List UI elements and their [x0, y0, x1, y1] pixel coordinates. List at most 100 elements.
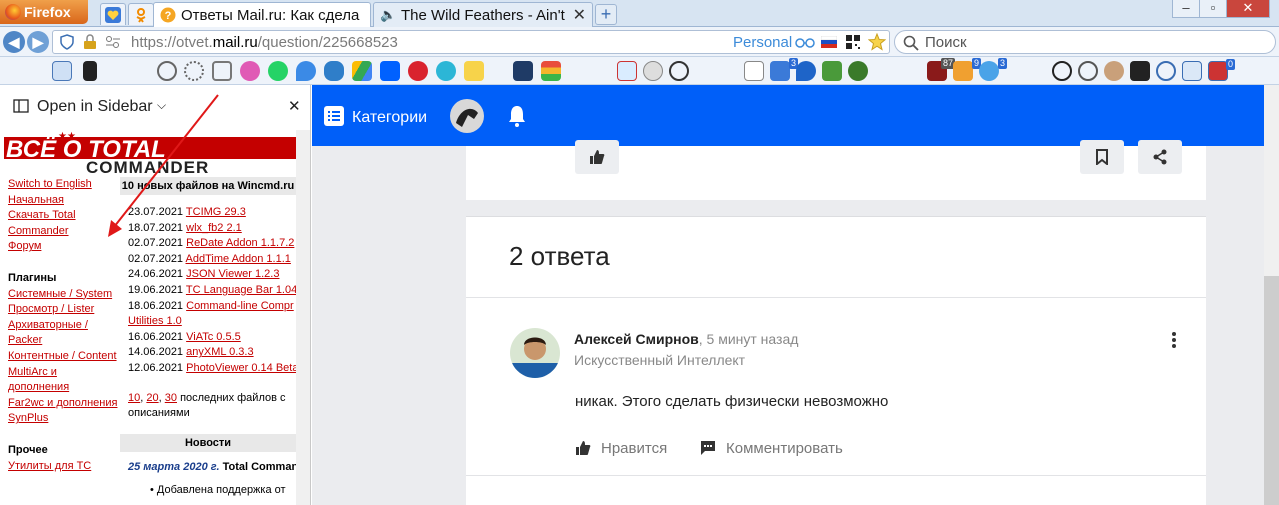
- bookmark-button[interactable]: [1080, 140, 1124, 174]
- file-link[interactable]: Command-line Compr: [186, 300, 294, 312]
- bell-icon[interactable]: [507, 104, 527, 128]
- file-link[interactable]: AddTime Addon 1.1.1: [186, 253, 291, 265]
- plugin-link-lister[interactable]: Просмотр / Lister: [8, 302, 118, 318]
- pinned-tab-mailru[interactable]: [100, 3, 126, 25]
- plugin-link-packer[interactable]: Архиваторные / Packer: [8, 318, 118, 349]
- bookmark-star-icon[interactable]: [868, 33, 886, 51]
- container-label[interactable]: Personal: [733, 34, 792, 51]
- otvet-header: Категории: [312, 85, 1264, 146]
- maximize-button[interactable]: ▫: [1199, 0, 1227, 18]
- like-question-button[interactable]: [575, 140, 619, 174]
- close-tab-counter-icon[interactable]: 0: [1208, 59, 1235, 81]
- answers-count-heading: 2 ответа: [509, 241, 610, 271]
- plugin-link-system[interactable]: Системные / System: [8, 287, 118, 303]
- last-20-link[interactable]: 20: [146, 392, 158, 404]
- avatar[interactable]: [450, 99, 484, 133]
- stack-icon[interactable]: [541, 61, 561, 81]
- plugin-link-multiarc[interactable]: MultiArc и дополнения: [8, 365, 118, 396]
- cloud-sync-icon[interactable]: [436, 61, 456, 81]
- tab-wild-feathers[interactable]: 🔈 The Wild Feathers - Ain't ✕: [373, 2, 593, 27]
- svg-text:?: ?: [165, 10, 172, 22]
- cloud-icon[interactable]: [324, 61, 344, 81]
- file-link[interactable]: Utilities 1.0: [128, 315, 182, 327]
- share-button[interactable]: [1138, 140, 1182, 174]
- author-name[interactable]: Алексей Смирнов: [574, 331, 699, 347]
- screenshot-icon[interactable]: [1052, 61, 1072, 81]
- monkey-icon[interactable]: [1104, 61, 1124, 81]
- permissions-icon[interactable]: [105, 35, 121, 49]
- water-drop-icon[interactable]: [796, 61, 816, 81]
- file-link[interactable]: TC Language Bar 1.04: [186, 284, 296, 296]
- close-sidebar-icon[interactable]: ✕: [288, 97, 301, 115]
- ublock-icon[interactable]: 87: [927, 58, 955, 81]
- file-link[interactable]: ViATc 0.5.5: [186, 331, 241, 343]
- drop-icon[interactable]: [296, 61, 316, 81]
- earth-icon[interactable]: [848, 61, 868, 81]
- forward-button[interactable]: ▶: [27, 31, 49, 53]
- clipboard-icon[interactable]: [617, 61, 637, 81]
- comment-button[interactable]: Комментировать: [700, 438, 843, 458]
- chevron-down-icon[interactable]: [1156, 61, 1176, 81]
- firefox-menu-button[interactable]: Firefox: [0, 0, 88, 24]
- last-files-line: 10, 20, 30 последних файлов с описаниями: [128, 391, 286, 420]
- last-30-link[interactable]: 30: [165, 392, 177, 404]
- page-scrollbar-thumb[interactable]: [1264, 276, 1279, 505]
- lock-icon[interactable]: [83, 34, 97, 50]
- notes-icon[interactable]: [464, 61, 484, 81]
- gmail-icon[interactable]: [744, 61, 764, 81]
- puzzle-icon[interactable]: [212, 61, 232, 81]
- sidebar-toggle-icon[interactable]: [52, 61, 72, 81]
- dark-mode-icon[interactable]: [83, 61, 97, 81]
- shield-icon[interactable]: [59, 34, 75, 50]
- search-bar[interactable]: Поиск: [894, 30, 1276, 54]
- url-bar[interactable]: https://otvet.mail.ru/question/225668523…: [52, 30, 890, 54]
- apps-grid-icon[interactable]: [1130, 61, 1150, 81]
- russia-flag-icon[interactable]: [821, 36, 837, 48]
- sidebar-scrollbar[interactable]: [296, 130, 310, 505]
- last-10-link[interactable]: 10: [128, 392, 140, 404]
- search-placeholder: Поиск: [925, 34, 967, 51]
- clock-icon[interactable]: [643, 61, 663, 81]
- download-icon[interactable]: [822, 61, 842, 81]
- tab-title: Ответы Mail.ru: Как сдела: [181, 6, 360, 24]
- whatsapp-icon[interactable]: [268, 61, 288, 81]
- author-avatar[interactable]: [510, 327, 560, 380]
- mail-counter-icon[interactable]: 3: [770, 58, 798, 81]
- list-icon[interactable]: [324, 106, 344, 126]
- plugin-link-content[interactable]: Контентные / Content: [8, 349, 118, 365]
- qr-code-icon[interactable]: [845, 34, 861, 50]
- dropbox-icon[interactable]: [380, 61, 400, 81]
- pinned-tab-ok[interactable]: [128, 3, 154, 25]
- like-answer-button[interactable]: Нравится: [575, 438, 667, 458]
- color-picker-icon[interactable]: [240, 61, 260, 81]
- tab-otvet-mailru[interactable]: ? Ответы Mail.ru: Как сдела: [153, 2, 371, 27]
- close-window-button[interactable]: ✕: [1226, 0, 1270, 18]
- other-link-utilities[interactable]: Утилиты для TC: [8, 459, 118, 475]
- more-options-icon[interactable]: [1166, 331, 1182, 349]
- new-tab-button[interactable]: +: [595, 4, 617, 25]
- gear-icon[interactable]: [184, 61, 204, 81]
- plugin-link-synplus[interactable]: SynPlus: [8, 411, 118, 427]
- file-link[interactable]: JSON Viewer 1.2.3: [186, 268, 279, 280]
- reader-icon[interactable]: [513, 61, 533, 81]
- google-drive-icon[interactable]: [352, 61, 372, 81]
- reload-icon[interactable]: [669, 61, 689, 81]
- minimize-button[interactable]: –: [1172, 0, 1200, 18]
- link-icon[interactable]: [1078, 61, 1098, 81]
- close-tab-icon[interactable]: ✕: [573, 5, 586, 25]
- globe-icon[interactable]: [157, 61, 177, 81]
- bookmark-icon: [1096, 149, 1108, 165]
- tasks-icon[interactable]: 9: [953, 58, 981, 81]
- divider: [466, 475, 1206, 476]
- chart-icon[interactable]: [1182, 61, 1202, 81]
- plugin-link-far2wc[interactable]: Far2wc и дополнения: [8, 396, 118, 412]
- file-link[interactable]: anyXML 0.3.3: [186, 346, 253, 358]
- mega-icon[interactable]: [408, 61, 428, 81]
- file-link[interactable]: PhotoViewer 0.14 Beta: [186, 362, 296, 374]
- back-button[interactable]: ◀: [3, 31, 25, 53]
- annotation-arrow: [108, 94, 219, 237]
- translate-icon[interactable]: 3: [979, 58, 1007, 81]
- categories-button[interactable]: Категории: [352, 109, 427, 127]
- otvet-mailru-icon: ?: [160, 7, 176, 23]
- reader-glasses-icon[interactable]: [795, 36, 815, 49]
